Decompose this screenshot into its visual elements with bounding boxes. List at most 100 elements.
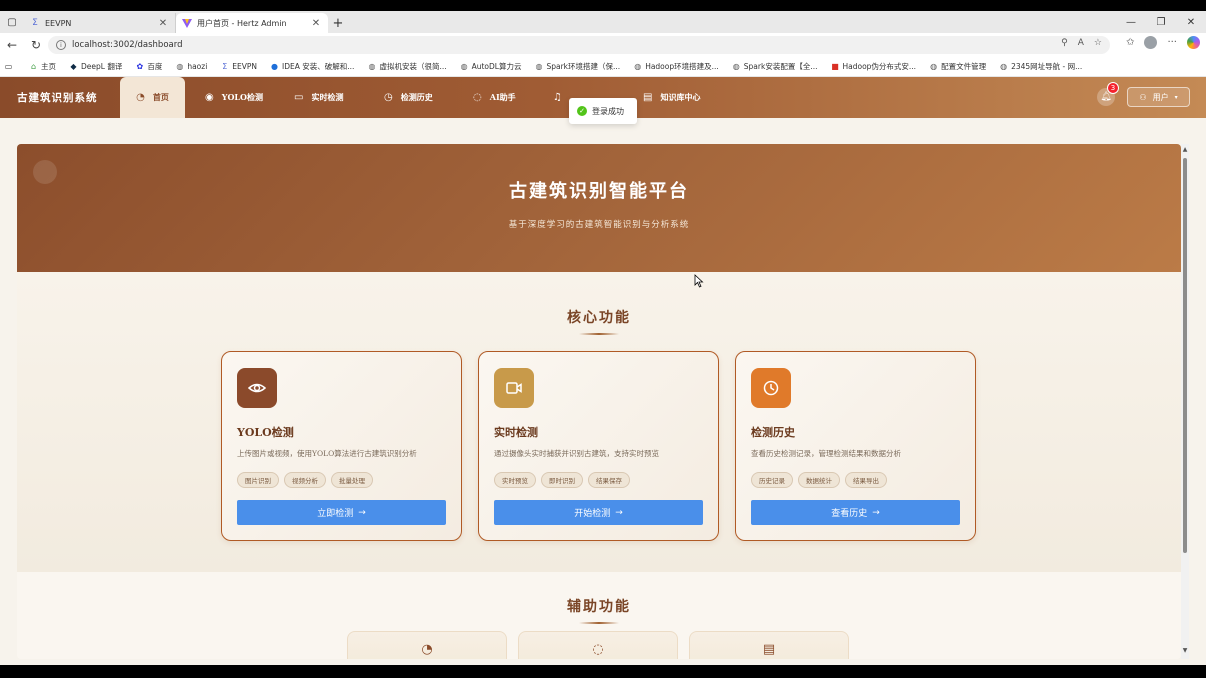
section-divider — [579, 622, 619, 624]
bookmark-item[interactable]: ◍ Spark安装配置【全... — [732, 61, 818, 72]
nav-item-hidden[interactable]: ♫ — [553, 77, 570, 118]
nav-label: AI助手 — [489, 92, 516, 102]
tag: 批量处理 — [331, 472, 373, 488]
copilot-icon[interactable] — [1187, 36, 1200, 49]
bookmark-item[interactable]: ⌂ 主页 — [29, 61, 56, 72]
nav-item-realtime[interactable]: ▭ 实时检测 — [294, 77, 343, 118]
bookmark-favicon-icon: ◍ — [368, 62, 376, 71]
start-realtime-button[interactable]: 开始检测 → — [494, 500, 703, 525]
tab-title: 用户首页 - Hertz Admin — [197, 18, 287, 28]
favorites-icon[interactable]: ✩ — [1126, 37, 1134, 48]
dashboard-icon: ◔ — [421, 642, 433, 657]
login-success-toast: ✓ 登录成功 — [569, 98, 637, 124]
bookmarks-bar: ▭ ⌂ 主页 ◆ DeepL 翻译 ✿ 百度 ◍ haozi Σ EEVPN ● IDEA 安装、破解… — [0, 57, 1206, 77]
check-icon: ✓ — [577, 106, 587, 116]
section-title: 辅助功能 — [567, 599, 631, 615]
minimize-icon[interactable]: — — [1116, 17, 1146, 28]
nav-item-history[interactable]: ◷ 检测历史 — [384, 77, 433, 118]
start-detect-button[interactable]: 立即检测 → — [237, 500, 446, 525]
refresh-icon[interactable]: ↻ — [24, 38, 48, 52]
favorite-star-icon[interactable]: ☆ — [1094, 38, 1102, 48]
bookmark-item[interactable]: ■ Hadoop伪分布式安... — [830, 61, 916, 72]
user-menu-button[interactable]: ⚇ 用户 ▾ — [1127, 87, 1190, 107]
tab-actions-icon[interactable]: ▢ — [0, 11, 24, 33]
close-icon[interactable]: ✕ — [310, 18, 322, 29]
bookmark-item[interactable]: ● IDEA 安装、破解和... — [270, 61, 354, 72]
nav-item-ai[interactable]: ◌ AI助手 — [473, 77, 516, 118]
nav-item-knowledge[interactable]: ▤ 知识库中心 — [643, 77, 700, 118]
core-features-section: 核心功能 YOLO检测 上传图片或视频，使用YOLO算法进行古建筑识别分析 图片… — [17, 272, 1181, 572]
nav-item-yolo[interactable]: ◉ YOLO检测 — [205, 77, 263, 118]
new-tab-button[interactable]: + — [328, 13, 348, 33]
address-bar[interactable]: i localhost:3002/dashboard ⚲ A ☆ — [48, 36, 1110, 54]
scroll-up-icon[interactable]: ▲ — [1181, 146, 1189, 153]
bookmark-item[interactable]: ◍ AutoDL算力云 — [460, 61, 522, 72]
notification-bell[interactable]: 🔔︎ 3 — [1097, 82, 1119, 106]
card-description: 上传图片或视频，使用YOLO算法进行古建筑识别分析 — [237, 449, 417, 458]
tag: 图片识别 — [237, 472, 279, 488]
bookmark-item[interactable]: ◍ Hadoop环境搭建及... — [633, 61, 719, 72]
card-description: 查看历史检测记录，管理检测结果和数据分析 — [751, 449, 901, 458]
bookmark-favicon-icon: Σ — [222, 62, 228, 71]
scroll-thumb[interactable] — [1183, 158, 1187, 553]
section-title: 核心功能 — [567, 310, 631, 326]
hero-banner: 古建筑识别智能平台 基于深度学习的古建筑智能识别与分析系统 — [17, 144, 1181, 272]
button-label: 查看历史 — [831, 509, 868, 519]
eye-icon: ◉ — [205, 92, 214, 103]
bookmark-favicon-icon: ■ — [831, 62, 839, 71]
bookmark-item[interactable]: ◍ 2345网址导航 - 网... — [999, 61, 1082, 72]
main-content: 古建筑识别智能平台 基于深度学习的古建筑智能识别与分析系统 核心功能 YOLO检… — [17, 144, 1181, 659]
bookmark-item[interactable]: ◍ 虚拟机安装（很简... — [367, 61, 446, 72]
aux-card-dashboard[interactable]: ◔ — [347, 631, 507, 659]
sigma-icon: Σ — [32, 18, 38, 28]
bookmark-label: IDEA 安装、破解和... — [282, 62, 355, 71]
profile-avatar[interactable] — [1144, 36, 1158, 49]
bookmark-label: 主页 — [41, 62, 56, 71]
bookmark-item[interactable]: ◍ 配置文件管理 — [929, 61, 986, 72]
bookmark-label: Spark安装配置【全... — [743, 62, 818, 71]
bookmark-item[interactable]: ◆ DeepL 翻译 — [69, 61, 122, 72]
card-tags: 历史记录 数据统计 结果导出 — [751, 472, 887, 488]
sidebar-icon: ▭ — [4, 62, 13, 71]
browser-tab-eevpn[interactable]: Σ EEVPN ✕ — [24, 13, 176, 33]
bookmark-favicon-icon: ◍ — [1000, 62, 1008, 71]
translate-icon[interactable]: A — [1078, 38, 1084, 48]
dashboard-icon: ◔ — [136, 92, 145, 103]
bookmark-item[interactable]: Σ EEVPN — [220, 62, 257, 71]
bookmark-favicon-icon: ◆ — [70, 62, 77, 71]
web-page: 古建筑识别系统 ◔ 首页 ◉ YOLO检测 ▭ 实时检测 ◷ 检测历史 ◌ AI… — [0, 77, 1206, 665]
bookmark-toggle[interactable]: ▭ — [4, 62, 16, 71]
notification-badge: 3 — [1107, 82, 1119, 94]
browser-window: ▢ Σ EEVPN ✕ 用户首页 - Hertz Admin ✕ + — ❐ ✕… — [0, 11, 1206, 665]
browser-tab-hertz-admin[interactable]: 用户首页 - Hertz Admin ✕ — [176, 13, 328, 33]
bookmark-label: Hadoop伪分布式安... — [842, 62, 917, 71]
nav-item-home[interactable]: ◔ 首页 — [120, 77, 185, 118]
card-description: 通过摄像头实时捕获并识别古建筑，支持实时预览 — [494, 449, 659, 458]
info-icon[interactable]: i — [56, 40, 66, 50]
bookmark-item[interactable]: ◍ haozi — [175, 62, 207, 71]
close-icon[interactable]: ✕ — [157, 18, 169, 29]
card-tags: 图片识别 视频分析 批量处理 — [237, 472, 373, 488]
bookmark-favicon-icon: ● — [271, 62, 279, 71]
key-icon[interactable]: ⚲ — [1061, 38, 1068, 48]
more-menu-icon[interactable]: ··· — [1167, 37, 1177, 48]
tag: 数据统计 — [798, 472, 840, 488]
user-label: 用户 — [1152, 92, 1169, 102]
button-label: 开始检测 — [574, 509, 611, 519]
back-icon[interactable]: ← — [0, 38, 24, 52]
restore-icon[interactable]: ❐ — [1146, 17, 1176, 28]
bookmark-item[interactable]: ✿ 百度 — [135, 61, 162, 72]
nav-label: 实时检测 — [311, 92, 344, 102]
aux-card-ai[interactable]: ◌ — [518, 631, 678, 659]
page-scrollbar[interactable]: ▲ ▼ — [1181, 144, 1189, 659]
scroll-down-icon[interactable]: ▼ — [1181, 647, 1189, 654]
aux-card-knowledge[interactable]: ▤ — [689, 631, 849, 659]
card-title: YOLO检测 — [237, 426, 294, 439]
feature-card-yolo: YOLO检测 上传图片或视频，使用YOLO算法进行古建筑识别分析 图片识别 视频… — [221, 351, 462, 541]
bookmark-item[interactable]: ◍ Spark环境搭建（保... — [534, 61, 620, 72]
book-icon: ▤ — [643, 92, 653, 103]
bookmark-label: 虚拟机安装（很简... — [379, 62, 447, 71]
view-history-button[interactable]: 查看历史 → — [751, 500, 960, 525]
url-actions: ⚲ A ☆ — [1061, 38, 1102, 48]
close-window-icon[interactable]: ✕ — [1176, 17, 1206, 28]
